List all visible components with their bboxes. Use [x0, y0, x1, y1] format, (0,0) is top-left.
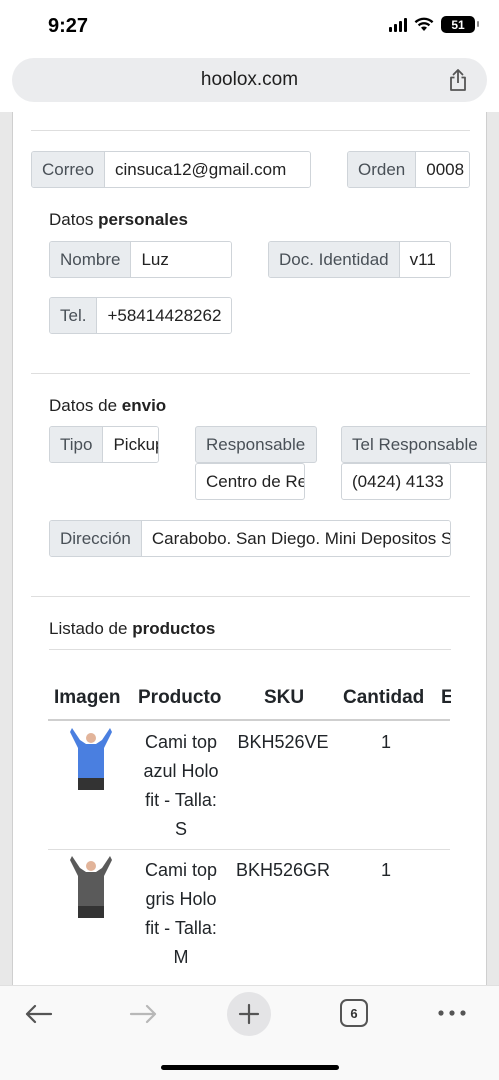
responsible-label: Responsable	[195, 426, 317, 463]
back-arrow-icon[interactable]	[20, 999, 56, 1029]
share-icon[interactable]	[447, 68, 469, 92]
column-header-e: E	[441, 687, 451, 708]
column-header-sku: SKU	[264, 687, 305, 708]
responsible-value[interactable]: Centro de Retiro	[195, 463, 305, 500]
id-doc-field[interactable]: Doc. Identidad v11	[268, 241, 451, 278]
name-field[interactable]: Nombre Luz	[49, 241, 232, 278]
type-field[interactable]: Tipo Pickup	[49, 426, 159, 463]
order-field[interactable]: Orden 0008	[347, 151, 470, 188]
order-label: Orden	[348, 152, 417, 187]
responsible-phone-label: Tel Responsable	[341, 426, 486, 463]
forward-arrow-icon[interactable]	[126, 999, 162, 1029]
divider	[31, 373, 470, 374]
personal-section-title: Datos personales	[49, 210, 188, 229]
type-label: Tipo	[50, 427, 104, 462]
name-label: Nombre	[50, 242, 132, 277]
product-image[interactable]	[66, 854, 116, 918]
home-indicator	[161, 1065, 339, 1070]
product-name: Cami top gris Holo fit - Talla: M	[144, 860, 218, 967]
product-quantity: 1	[380, 860, 391, 880]
divider	[31, 596, 470, 597]
phone-value[interactable]: +58414428262	[97, 298, 231, 333]
shipping-section-title: Datos de envio	[49, 396, 167, 415]
product-name: Cami top azul Holo fit - Talla: S	[143, 732, 219, 839]
product-sku: BKH526GR	[235, 860, 331, 880]
url-text[interactable]: hoolox.com	[12, 69, 487, 91]
divider	[49, 649, 451, 650]
address-value[interactable]: Carabobo. San Diego. Mini Depositos S	[141, 521, 450, 556]
wifi-icon	[414, 17, 434, 31]
plus-icon[interactable]	[227, 992, 271, 1036]
product-image[interactable]	[66, 726, 116, 790]
id-doc-label: Doc. Identidad	[269, 242, 400, 277]
products-section-title: Listado de productos	[49, 619, 216, 638]
phone-field[interactable]: Tel. +58414428262	[49, 297, 232, 334]
status-bar: 9:27 51	[0, 0, 499, 56]
address-label: Dirección	[50, 521, 142, 556]
battery-icon: 51	[441, 16, 479, 33]
column-header-product: Producto	[138, 687, 222, 708]
email-label: Correo	[32, 152, 105, 187]
address-bar[interactable]: hoolox.com	[12, 58, 487, 102]
column-header-quantity: Cantidad	[343, 687, 425, 708]
more-icon[interactable]	[434, 1003, 470, 1023]
email-field[interactable]: Correo cinsuca12@gmail.com	[31, 151, 311, 188]
phone-label: Tel.	[50, 298, 98, 333]
name-value[interactable]: Luz	[131, 242, 231, 277]
id-doc-value[interactable]: v11	[399, 242, 450, 277]
address-field[interactable]: Dirección Carabobo. San Diego. Mini Depo…	[49, 520, 451, 557]
type-value[interactable]: Pickup	[103, 427, 158, 462]
email-value[interactable]: cinsuca12@gmail.com	[104, 152, 310, 187]
product-sku: BKH526VE	[237, 732, 329, 752]
signal-icon	[389, 17, 407, 32]
product-quantity: 1	[380, 732, 391, 752]
table-header-border	[48, 719, 450, 721]
tabs-icon[interactable]: 6	[340, 999, 368, 1027]
order-value[interactable]: 0008	[416, 152, 469, 187]
column-header-image: Imagen	[54, 687, 121, 708]
status-time: 9:27	[48, 15, 89, 37]
row-divider	[48, 849, 450, 850]
responsible-phone-value[interactable]: (0424) 4133	[341, 463, 451, 500]
status-icons: 51	[389, 16, 479, 33]
divider	[31, 130, 470, 131]
